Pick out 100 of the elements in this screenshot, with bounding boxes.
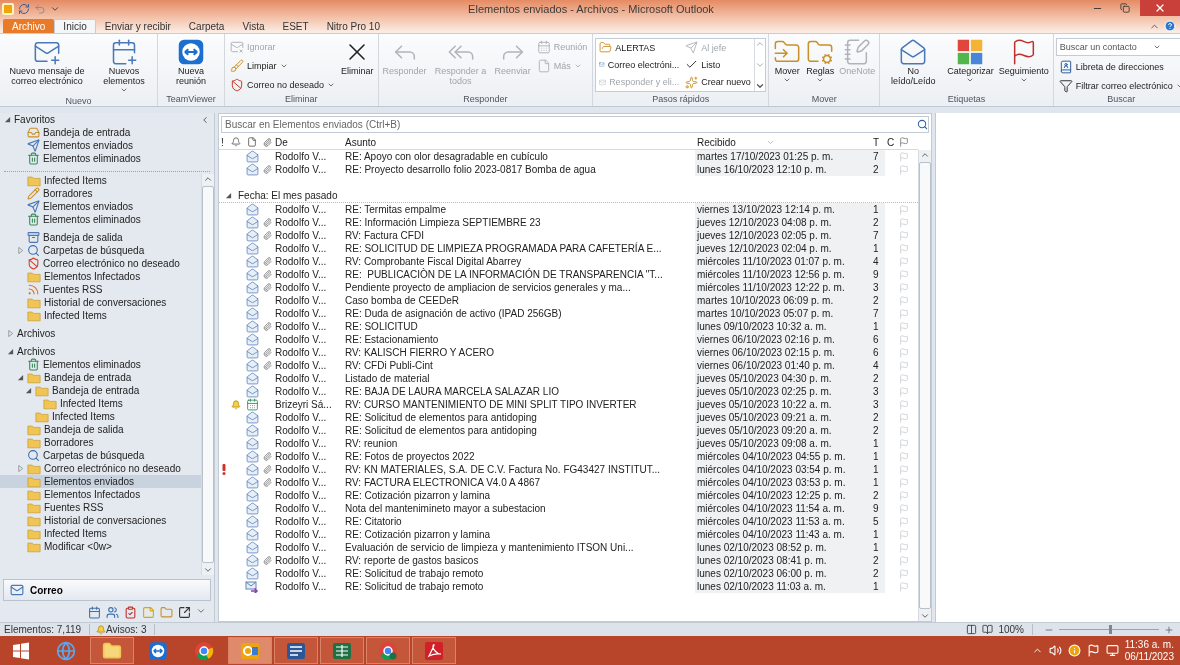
folder-item[interactable]: Correo electrónico no deseado bbox=[0, 257, 201, 270]
folder-item[interactable]: Carpetas de búsqueda bbox=[0, 244, 201, 257]
message-row[interactable]: Rodolfo V... RE: Cotización pizarron y lamina miércoles 04/10/2023 12:25 p. m. 2 bbox=[219, 489, 918, 502]
shortcut-icon[interactable] bbox=[178, 606, 191, 619]
message-row[interactable]: Brizeyri Sá... RV: CURSO MANTENIMIENTO DE MINI SPLIT TIPO INVERTER jueves 05/10/2023 10:22 a. m. 3 bbox=[219, 398, 918, 411]
message-row[interactable]: Rodolfo V... RE: Solicitud de trabajo remoto lunes 02/10/2023 06:00 p. m. 2 bbox=[219, 567, 918, 580]
folder-item[interactable]: Infected Items bbox=[0, 174, 201, 187]
column-header[interactable]: T bbox=[871, 135, 885, 149]
contact-search-field[interactable]: Buscar un contacto bbox=[1055, 38, 1180, 56]
message-row[interactable]: Rodolfo V... RE: Fotos de proyectos 2022 miércoles 04/10/2023 04:55 p. m. 1 bbox=[219, 450, 918, 463]
ribbon-button[interactable]: Categorizar bbox=[945, 36, 996, 86]
message-row[interactable]: Rodolfo V... RE: Citatorio miércoles 04/10/2023 11:53 a. m. 5 bbox=[219, 515, 918, 528]
search-icon[interactable] bbox=[917, 119, 928, 130]
folder-item[interactable]: Elementos Infectados bbox=[0, 488, 201, 501]
scroll-up-icon[interactable] bbox=[755, 39, 766, 49]
collapse-pane-icon[interactable] bbox=[200, 114, 210, 125]
message-row[interactable]: Rodolfo V... RV: FACTURA ELECTRONICA V4.0 A 4867 miércoles 04/10/2023 03:53 p. m. 1 bbox=[219, 476, 918, 489]
ribbon-button[interactable]: Libreta de direcciones bbox=[1055, 58, 1180, 75]
calendar-icon[interactable] bbox=[88, 606, 101, 619]
message-row[interactable]: Rodolfo V... Caso bomba de CEEDeR martes 10/10/2023 06:09 p. m. 2 bbox=[219, 294, 918, 307]
folder-item[interactable]: Infected Items bbox=[0, 397, 201, 410]
ribbon-button[interactable]: Filtrar correo electrónico bbox=[1055, 77, 1180, 94]
taskbar-app[interactable] bbox=[274, 637, 318, 664]
message-row[interactable]: Rodolfo V... Listado de material jueves 05/10/2023 04:30 p. m. 2 bbox=[219, 372, 918, 385]
caret-icon[interactable] bbox=[196, 606, 206, 616]
ribbon-button[interactable]: Mover bbox=[771, 36, 804, 86]
column-header[interactable]: Recibido bbox=[695, 135, 871, 149]
folder-item[interactable]: Elementos enviados bbox=[0, 200, 201, 213]
message-row[interactable]: Rodolfo V... RE: PUBLICACIÒN DE LA INFORMACIÓN DE TRANSPARENCIA "T... miércoles 11/10/2023 12:56 p. m. 9 bbox=[219, 268, 918, 281]
quick-step-button[interactable]: Correo electróni... bbox=[596, 56, 683, 74]
folder-item[interactable]: Elementos Infectados bbox=[0, 270, 201, 283]
app-logo-icon[interactable] bbox=[2, 3, 14, 15]
normal-view-icon[interactable] bbox=[966, 624, 978, 635]
taskbar-app[interactable] bbox=[412, 637, 456, 664]
taskbar-app[interactable] bbox=[320, 637, 364, 664]
folder-item[interactable]: Archivos bbox=[0, 327, 201, 340]
message-row[interactable]: Rodolfo V... RE: Duda de asignación de activo (IPAD 256GB) martes 10/10/2023 05:07 p. m. 7 bbox=[219, 307, 918, 320]
message-row[interactable]: Rodolfo V... Pendiente proyecto de ampliacion de servicios generales y ma... miércoles 11/10/2023 12:22 p. m. 3 bbox=[219, 281, 918, 294]
message-row[interactable]: Rodolfo V... RE: Cotización pizarron y lamina miércoles 04/10/2023 11:43 a. m. 1 bbox=[219, 528, 918, 541]
folder-item[interactable]: Bandeja de entrada bbox=[0, 384, 201, 397]
message-row[interactable]: Rodolfo V... RE: Solicitud de elementos para antidoping jueves 05/10/2023 09:20 a. m. 2 bbox=[219, 424, 918, 437]
network-icon[interactable] bbox=[1105, 644, 1119, 657]
ribbon-tab[interactable]: ESET bbox=[273, 19, 318, 33]
column-header[interactable]: De bbox=[273, 135, 343, 149]
customize-caret-icon[interactable] bbox=[50, 4, 60, 14]
ribbon-tab[interactable]: Vista bbox=[233, 19, 274, 33]
column-header[interactable]: C bbox=[885, 135, 897, 149]
folder-item[interactable]: Elementos eliminados bbox=[0, 152, 214, 165]
expand-gallery-icon[interactable] bbox=[755, 81, 766, 91]
message-row[interactable]: Rodolfo V... RV: CFDi Publi-Cint viernes 06/10/2023 01:40 p. m. 4 bbox=[219, 359, 918, 372]
ribbon-tab[interactable]: Nitro Pro 10 bbox=[317, 19, 389, 33]
quick-step-button[interactable]: ALERTAS bbox=[596, 39, 683, 56]
folder-item[interactable]: Bandeja de salida bbox=[0, 423, 201, 436]
folder-item[interactable]: Bandeja de entrada bbox=[0, 371, 201, 384]
folder-item[interactable]: Borradores bbox=[0, 187, 201, 200]
folder-item[interactable]: Elementos enviados bbox=[0, 139, 214, 152]
ribbon-button[interactable]: Reglas bbox=[804, 36, 837, 86]
ribbon-button[interactable]: Nuevo mensaje de correo electrónico bbox=[2, 36, 92, 88]
mail-nav-button[interactable]: Correo bbox=[3, 579, 211, 601]
taskbar-app[interactable] bbox=[228, 637, 272, 664]
folder-item[interactable]: Historial de conversaciones bbox=[0, 296, 201, 309]
tasks-icon[interactable] bbox=[124, 606, 137, 619]
message-row[interactable]: Rodolfo V... RE: Estacionamiento viernes 06/10/2023 02:16 p. m. 6 bbox=[219, 333, 918, 346]
message-row[interactable]: Rodolfo V... RE: Solicitud de trabajo remoto lunes 02/10/2023 11:03 a. m. 1 bbox=[219, 580, 918, 593]
close-button[interactable] bbox=[1140, 0, 1180, 16]
ribbon-tab[interactable]: Inicio bbox=[54, 19, 96, 33]
flag-icon[interactable] bbox=[899, 137, 909, 147]
folder-item[interactable]: Fuentes RSS bbox=[0, 283, 201, 296]
scroll-down-icon[interactable] bbox=[755, 60, 766, 70]
quick-step-button[interactable]: Crear nuevo bbox=[682, 73, 755, 91]
message-row[interactable]: Rodolfo V... RV: Comprobante Fiscal Digital Abarrey miércoles 11/10/2023 01:07 p. m. 4 bbox=[219, 255, 918, 268]
bell-icon[interactable] bbox=[231, 137, 241, 147]
folder-item[interactable]: Infected Items bbox=[0, 410, 201, 423]
expander-icon[interactable] bbox=[225, 191, 232, 199]
message-row[interactable]: Rodolfo V... RE: SOLICITUD DE LIMPIEZA PROGRAMADA PARA CAFETERÍA E... jueves 12/10/2023 02:04 p. m. 1 bbox=[219, 242, 918, 255]
folder-item[interactable]: Borradores bbox=[0, 436, 201, 449]
ribbon-button[interactable]: No leído/Leído bbox=[882, 36, 945, 88]
message-row[interactable]: Rodolfo V... RE: Solicitud de elementos para antidoping jueves 05/10/2023 09:21 a. m. 2 bbox=[219, 411, 918, 424]
folder-item[interactable]: Infected Items bbox=[0, 527, 201, 540]
column-header[interactable]: ! bbox=[219, 135, 229, 149]
message-row[interactable]: Rodolfo V... RE: Proyecto desarrollo folio 2023-0817 Bomba de agua lunes 16/10/2023 12:10 p. m. 2 bbox=[219, 163, 918, 176]
taskbar-app[interactable] bbox=[366, 637, 410, 664]
folder-item[interactable]: Infected Items bbox=[0, 309, 201, 322]
message-row[interactable]: Rodolfo V... RE: Información Limpieza SEPTIEMBRE 23 jueves 12/10/2023 04:08 p. m. 2 bbox=[219, 216, 918, 229]
ribbon-tab[interactable]: Enviar y recibir bbox=[95, 19, 180, 33]
folder-item[interactable]: Correo electrónico no deseado bbox=[0, 462, 201, 475]
favorites-header[interactable]: Favoritos bbox=[4, 113, 56, 126]
ribbon-tab[interactable]: Carpeta bbox=[179, 19, 234, 33]
zoom-thumb[interactable] bbox=[1109, 625, 1112, 634]
reminders-count[interactable]: Avisos: 3 bbox=[106, 624, 156, 635]
folder-item[interactable]: Elementos eliminados bbox=[0, 213, 201, 226]
search-field[interactable]: Buscar en Elementos enviados (Ctrl+B) bbox=[221, 116, 929, 133]
message-row[interactable]: Rodolfo V... RE: Apoyo con olor desagradable en cubículo martes 17/10/2023 01:25 p. m. 7 bbox=[219, 150, 918, 163]
expander-icon[interactable] bbox=[24, 387, 32, 394]
message-row[interactable]: Rodolfo V... RV: KALISCH FIERRO Y ACERO viernes 06/10/2023 02:15 p. m. 6 bbox=[219, 346, 918, 359]
taskbar-app[interactable] bbox=[90, 637, 134, 664]
speaker-icon[interactable] bbox=[1048, 644, 1062, 657]
folder-item[interactable]: Bandeja de salida bbox=[0, 231, 201, 244]
folder-item[interactable]: Archivos bbox=[0, 345, 201, 358]
info-icon[interactable] bbox=[1067, 644, 1081, 657]
